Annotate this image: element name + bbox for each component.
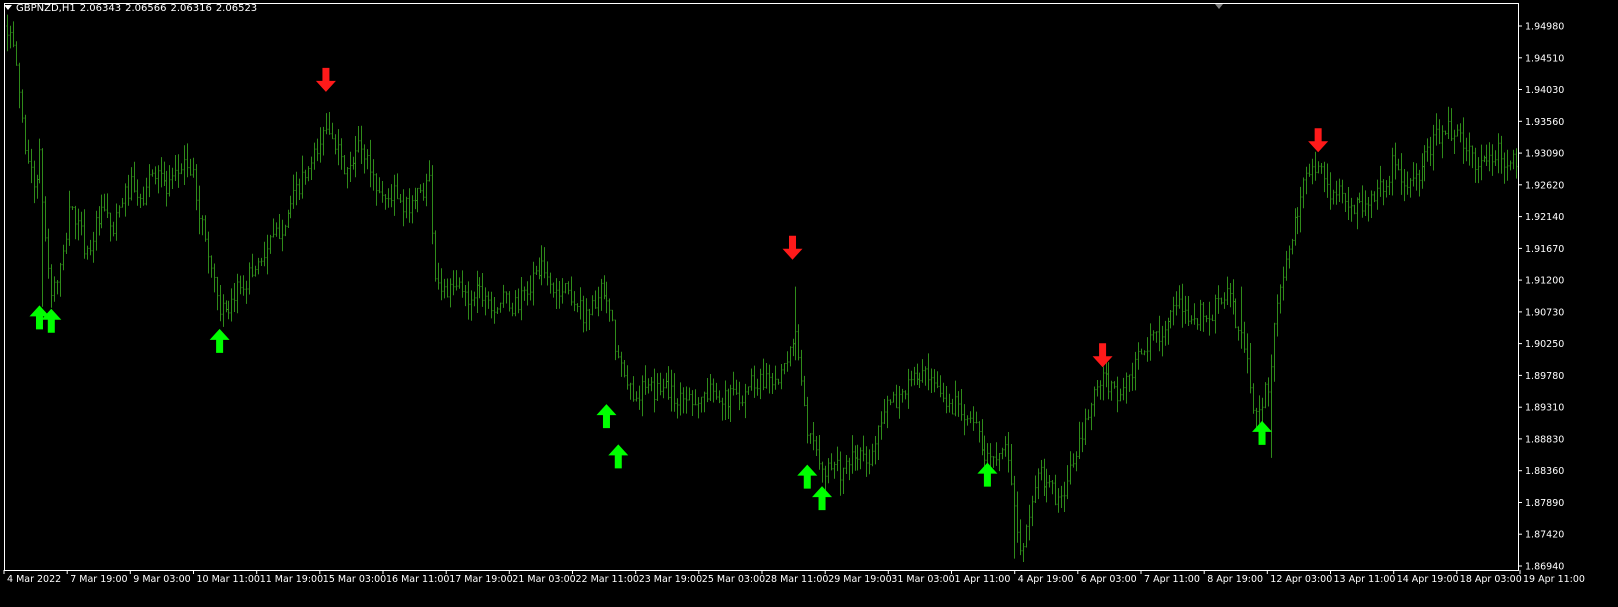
y-axis-label: 1.87890 (1525, 498, 1564, 509)
x-axis-label: 1 Apr 11:00 (955, 574, 1011, 585)
y-axis-label: 1.87420 (1525, 530, 1564, 541)
price-chart[interactable]: 1.94980 1.94510 1.94030 1.93560 1.93090 1.926… (0, 0, 1618, 607)
y-axis-label: 1.93560 (1525, 117, 1564, 128)
x-axis-label: 23 Mar 19:00 (639, 574, 702, 585)
x-axis-label: 22 Mar 11:00 (576, 574, 639, 585)
y-axis-label: 1.90730 (1525, 307, 1564, 318)
x-axis-label: 12 Apr 03:00 (1270, 574, 1332, 585)
symbol-timeframe-label: GBPNZD,H1 (16, 3, 76, 14)
chart-menu-triangle-icon[interactable] (4, 5, 12, 10)
x-axis-label: 28 Mar 11:00 (765, 574, 828, 585)
x-axis-label: 7 Apr 11:00 (1144, 574, 1200, 585)
x-axis-label: 4 Mar 2022 (7, 574, 61, 585)
x-axis-label: 8 Apr 19:00 (1207, 574, 1263, 585)
y-axis-label: 1.94980 (1525, 22, 1564, 33)
y-axis-label: 1.92620 (1525, 180, 1564, 191)
y-axis-label: 1.92140 (1525, 212, 1564, 223)
y-axis-label: 1.93090 (1525, 149, 1564, 160)
y-axis-label: 1.88830 (1525, 434, 1564, 445)
y-axis-label: 1.89310 (1525, 403, 1564, 414)
x-axis-label: 29 Mar 19:00 (828, 574, 891, 585)
y-axis-label: 1.88360 (1525, 466, 1564, 477)
x-axis-label: 25 Mar 03:00 (702, 574, 765, 585)
y-axis-label: 1.90250 (1525, 339, 1564, 350)
chart-background (0, 0, 1618, 607)
high-price: 2.06566 (125, 3, 167, 14)
x-axis-label: 16 Mar 11:00 (386, 574, 449, 585)
x-axis-label: 7 Mar 19:00 (70, 574, 127, 585)
x-axis-label: 15 Mar 03:00 (323, 574, 386, 585)
x-axis-label: 13 Apr 11:00 (1334, 574, 1396, 585)
x-axis-label: 31 Mar 03:00 (891, 574, 954, 585)
x-axis-label: 19 Apr 11:00 (1523, 574, 1585, 585)
y-axis-label: 1.91670 (1525, 244, 1564, 255)
chart-header: GBPNZD,H1 2.06343 2.06566 2.06316 2.06523 (4, 3, 261, 15)
y-axis-label: 1.91200 (1525, 276, 1564, 287)
x-axis-label: 9 Mar 03:00 (133, 574, 190, 585)
y-axis-label: 1.89780 (1525, 371, 1564, 382)
close-price: 2.06523 (215, 3, 258, 14)
x-axis-label: 10 Mar 11:00 (197, 574, 260, 585)
x-axis-label: 14 Apr 19:00 (1397, 574, 1459, 585)
y-axis-label: 1.94510 (1525, 53, 1564, 64)
low-price: 2.06316 (170, 3, 212, 14)
x-axis-label: 4 Apr 19:00 (1018, 574, 1074, 585)
chart-window[interactable]: 1.94980 1.94510 1.94030 1.93560 1.93090 1.926… (0, 0, 1618, 607)
x-axis-label: 17 Mar 19:00 (449, 574, 512, 585)
x-axis-label: 11 Mar 19:00 (260, 574, 323, 585)
open-price: 2.06343 (79, 3, 122, 14)
y-axis-label: 1.94030 (1525, 85, 1564, 96)
y-axis-label: 1.86940 (1525, 562, 1564, 573)
x-axis-label: 21 Mar 03:00 (512, 574, 575, 585)
x-axis-label: 18 Apr 03:00 (1460, 574, 1522, 585)
x-axis-label: 6 Apr 03:00 (1081, 574, 1137, 585)
